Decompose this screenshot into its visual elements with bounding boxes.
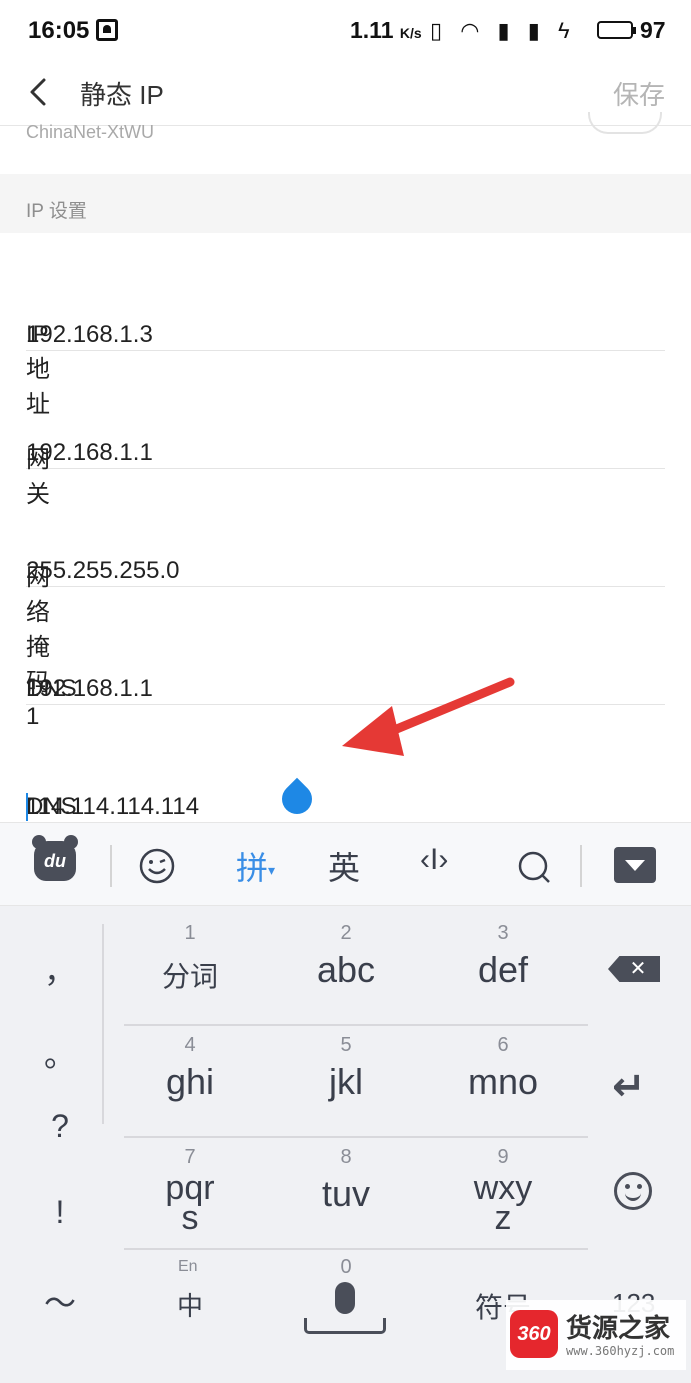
battery-level: 97 xyxy=(640,17,666,43)
punctuation-key[interactable]: ， xyxy=(40,946,80,992)
battery-icon xyxy=(597,21,636,39)
divider xyxy=(124,1136,588,1138)
key-2[interactable]: 2 abc xyxy=(268,922,424,991)
watermark-logo: 360 xyxy=(510,1310,558,1358)
punctuation-key[interactable]: ! xyxy=(40,1194,80,1231)
field-value: 192.168.1.1 xyxy=(26,675,153,702)
network-ssid: ChinaNet-XtWU xyxy=(26,122,155,142)
emoji-icon[interactable] xyxy=(138,847,176,885)
microphone-icon[interactable] xyxy=(335,1282,355,1314)
section-title: IP 设置 xyxy=(26,201,87,222)
search-icon[interactable] xyxy=(516,849,552,885)
back-arrow-icon[interactable] xyxy=(24,76,54,108)
punctuation-key[interactable]: 。 xyxy=(40,1030,80,1076)
toggle-switch[interactable] xyxy=(588,112,662,134)
key-8[interactable]: 8 tuv xyxy=(268,1146,424,1215)
space-key[interactable]: 0 xyxy=(268,1256,424,1279)
clock: 16:05 xyxy=(28,17,90,44)
cursor-move-icon[interactable]: ‹I› xyxy=(420,843,448,877)
divider xyxy=(580,845,582,887)
enter-icon[interactable]: ↵ xyxy=(612,1064,646,1110)
gateway-field[interactable]: 网关 192.168.1.1 xyxy=(26,351,665,508)
punctuation-key[interactable]: ? xyxy=(40,1108,80,1145)
network-speed: 1.11 K/s xyxy=(350,17,422,43)
space-bar-icon xyxy=(304,1318,386,1334)
field-value: 255.255.255.0 xyxy=(26,557,180,584)
status-bar: 16:05 1.11 K/s ▯ ◠ ▮ ▮ ϟ 97 xyxy=(0,0,691,62)
watermark-url: www.360hyzj.com xyxy=(566,1344,675,1358)
page-title: 静态 IP xyxy=(80,80,164,110)
divider xyxy=(110,845,112,887)
baidu-ime-logo-icon[interactable]: du xyxy=(32,835,78,881)
text-cursor xyxy=(26,793,28,821)
key-3[interactable]: 3 def xyxy=(425,922,581,991)
field-value: 192.168.1.1 xyxy=(26,439,153,466)
key-6[interactable]: 6 mno xyxy=(425,1034,581,1103)
section-header: IP 设置 xyxy=(0,174,691,233)
field-value: 192.168.1.3 xyxy=(26,321,153,348)
english-mode-button[interactable]: 英 xyxy=(328,843,360,889)
key-1[interactable]: 1 分词 xyxy=(112,922,268,995)
annotation-arrow-icon xyxy=(342,677,515,756)
notification-icon xyxy=(96,19,118,41)
key-5[interactable]: 5 jkl xyxy=(268,1034,424,1103)
ip-address-field[interactable]: IP 地址 192.168.1.3 xyxy=(26,233,665,418)
divider xyxy=(124,1024,588,1026)
key-9[interactable]: 9 wxy z xyxy=(425,1146,581,1235)
divider xyxy=(124,1248,588,1250)
signal-icons: ▯ ◠ ▮ ▮ ϟ xyxy=(430,18,576,43)
smiley-icon[interactable] xyxy=(614,1172,652,1210)
chinese-toggle-key[interactable]: 中 xyxy=(112,1286,268,1323)
keyboard-toolbar: du 拼▾ 英 ‹I› xyxy=(0,822,691,906)
hide-keyboard-icon[interactable] xyxy=(614,847,656,883)
divider xyxy=(102,924,104,1124)
backspace-icon[interactable]: ✕ xyxy=(608,956,660,982)
watermark: 360 货源之家 www.360hyzj.com xyxy=(506,1300,686,1370)
key-7[interactable]: 7 pqr s xyxy=(112,1146,268,1235)
save-button[interactable]: 保存 xyxy=(613,75,665,112)
en-hint: En xyxy=(178,1258,198,1275)
netmask-field[interactable]: 网络掩码 255.255.255.0 xyxy=(26,469,665,696)
key-4[interactable]: 4 ghi xyxy=(112,1034,268,1103)
pinyin-mode-button[interactable]: 拼▾ xyxy=(236,843,275,889)
watermark-name: 货源之家 xyxy=(566,1313,671,1343)
field-value: 114.114.114.114 xyxy=(26,793,200,820)
punctuation-key[interactable]: ～ xyxy=(40,1278,80,1324)
